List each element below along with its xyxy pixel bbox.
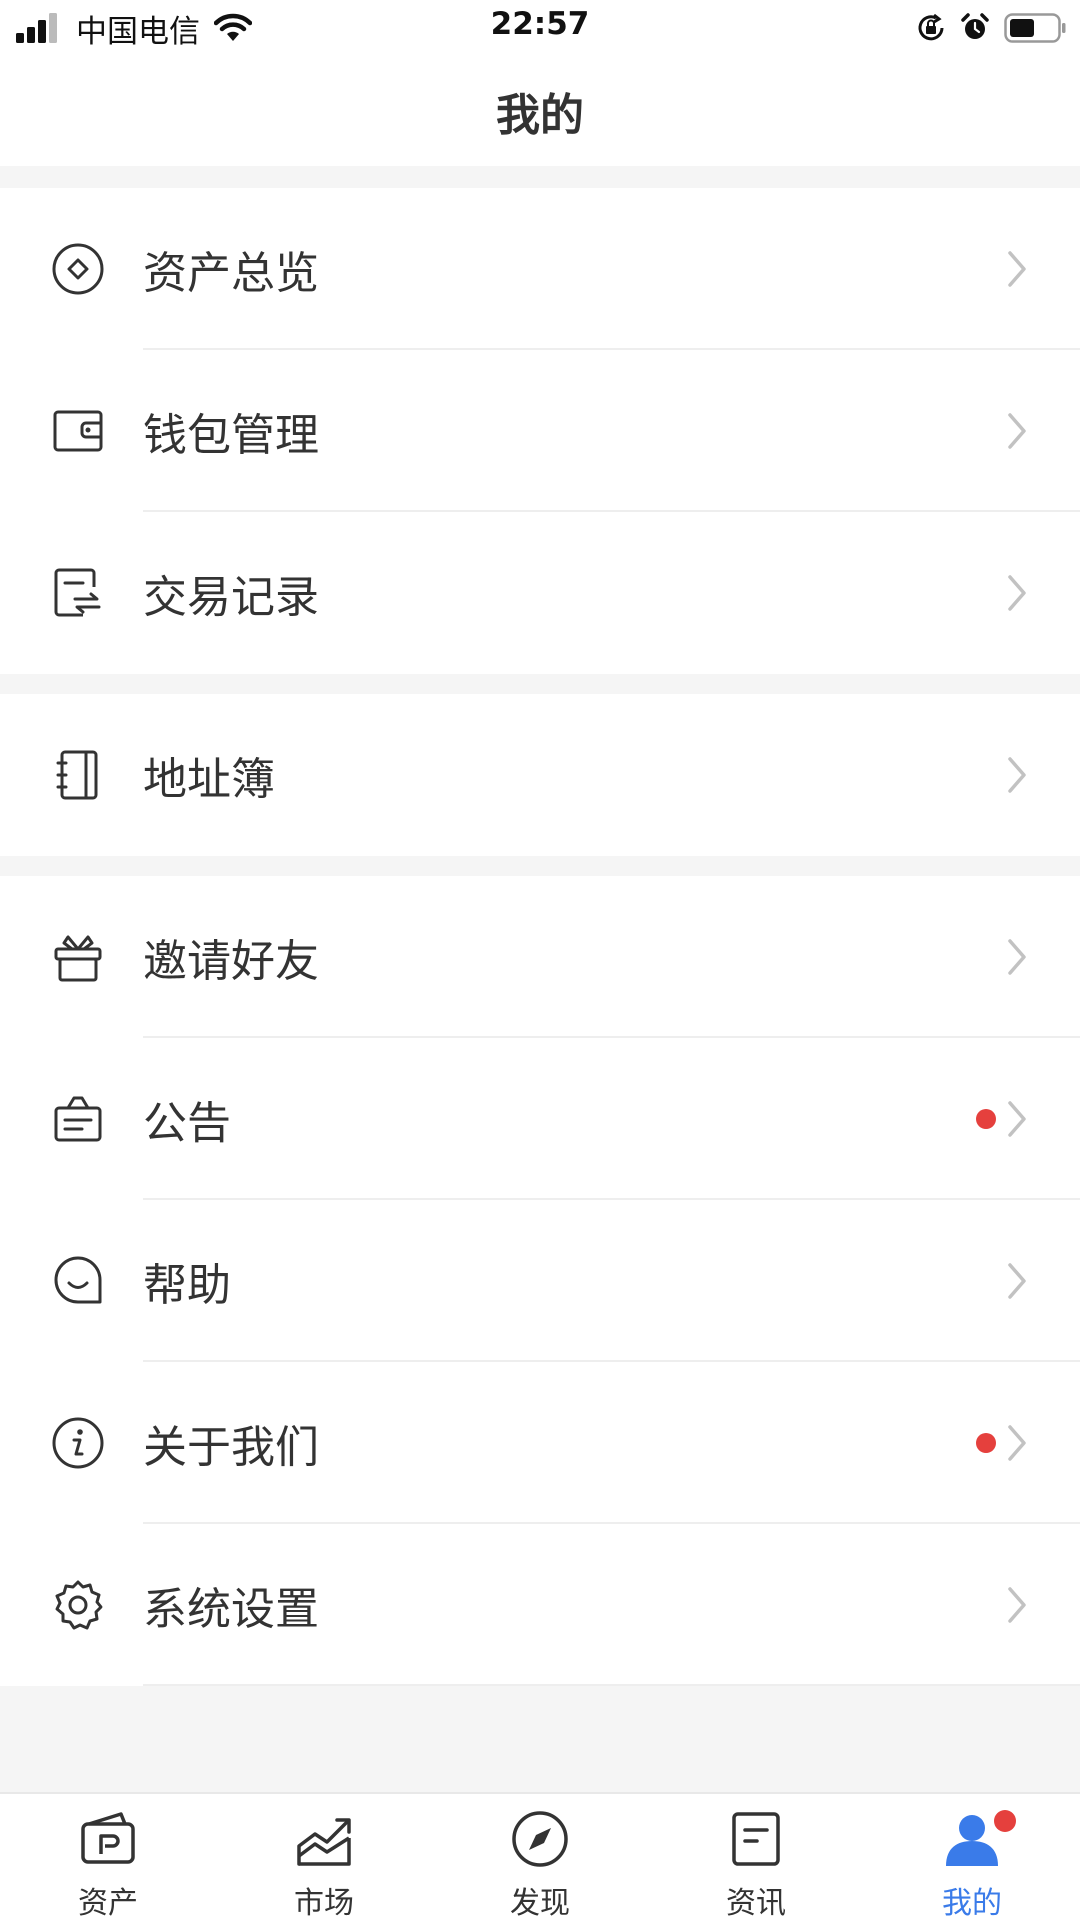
diamond-circle-icon xyxy=(50,241,106,297)
chevron-right-icon xyxy=(1008,1101,1026,1137)
menu-item-invite-friends[interactable]: 邀请好友 xyxy=(0,876,1080,1038)
header: 我的 xyxy=(0,56,1080,166)
chevron-right-icon xyxy=(1008,575,1026,611)
tab-label: 发现 xyxy=(510,1886,570,1920)
menu-item-label: 帮助 xyxy=(143,1260,231,1311)
menu-item-announcements[interactable]: 公告 xyxy=(0,1038,1080,1200)
menu-item-system-settings[interactable]: 系统设置 xyxy=(0,1524,1080,1686)
tab-label: 资产 xyxy=(78,1886,138,1920)
tab-label: 市场 xyxy=(294,1886,354,1920)
menu-item-label: 系统设置 xyxy=(143,1584,319,1635)
menu-item-label: 地址簿 xyxy=(143,754,275,805)
app-screen: 中国电信 22:57 我的 资产总览 钱包管理 交易记录 地址簿 邀请好友 公告… xyxy=(0,0,1080,1920)
info-circle-icon xyxy=(50,1415,106,1471)
menu-group-assets: 资产总览 钱包管理 交易记录 xyxy=(0,188,1080,674)
notification-badge xyxy=(994,1810,1016,1832)
chevron-right-icon xyxy=(1008,939,1026,975)
wallet-card-icon xyxy=(81,1812,135,1864)
menu-item-label: 交易记录 xyxy=(143,572,319,623)
battery-icon xyxy=(1004,13,1066,43)
menu-item-about-us[interactable]: 关于我们 xyxy=(0,1362,1080,1524)
notification-badge xyxy=(976,1109,996,1129)
gift-icon xyxy=(50,929,106,985)
menu-item-wallet-management[interactable]: 钱包管理 xyxy=(0,350,1080,512)
notice-bag-icon xyxy=(50,1091,106,1147)
menu-item-label: 邀请好友 xyxy=(143,936,319,987)
tab-assets[interactable]: 资产 xyxy=(0,1794,216,1920)
menu-content: 资产总览 钱包管理 交易记录 地址簿 邀请好友 公告 帮助 关于我们 系统设置 xyxy=(0,166,1080,1792)
chat-smile-icon xyxy=(50,1253,106,1309)
chevron-right-icon xyxy=(1008,1587,1026,1623)
tab-mine[interactable]: 我的 xyxy=(864,1794,1080,1920)
chevron-right-icon xyxy=(1008,413,1026,449)
menu-item-label: 公告 xyxy=(143,1098,231,1149)
chevron-right-icon xyxy=(1008,1263,1026,1299)
menu-group-general: 邀请好友 公告 帮助 关于我们 系统设置 xyxy=(0,876,1080,1686)
page-title: 我的 xyxy=(496,90,584,141)
tab-market[interactable]: 市场 xyxy=(216,1794,432,1920)
compass-icon xyxy=(512,1811,568,1867)
menu-group-address: 地址簿 xyxy=(0,694,1080,856)
wallet-icon xyxy=(50,403,106,459)
transaction-record-icon xyxy=(50,565,106,621)
menu-item-asset-overview[interactable]: 资产总览 xyxy=(0,188,1080,350)
status-bar: 中国电信 22:57 xyxy=(0,0,1080,56)
menu-item-help[interactable]: 帮助 xyxy=(0,1200,1080,1362)
menu-item-address-book[interactable]: 地址簿 xyxy=(0,694,1080,856)
tab-label: 资讯 xyxy=(726,1886,786,1920)
bottom-tab-bar: 资产 市场 发现 资讯 我的 xyxy=(0,1792,1080,1920)
address-book-icon xyxy=(50,747,106,803)
chevron-right-icon xyxy=(1008,251,1026,287)
menu-item-label: 资产总览 xyxy=(143,248,319,299)
alarm-icon xyxy=(961,13,989,39)
menu-item-label: 关于我们 xyxy=(143,1422,319,1473)
market-chart-icon xyxy=(297,1818,351,1866)
chevron-right-icon xyxy=(1008,757,1026,793)
tab-label: 我的 xyxy=(942,1886,1002,1920)
tab-news[interactable]: 资讯 xyxy=(648,1794,864,1920)
gear-icon xyxy=(50,1577,106,1633)
notification-badge xyxy=(976,1433,996,1453)
divider xyxy=(143,1684,1080,1686)
news-icon xyxy=(732,1812,780,1866)
menu-item-label: 钱包管理 xyxy=(143,410,319,461)
chevron-right-icon xyxy=(1008,1425,1026,1461)
menu-item-transaction-records[interactable]: 交易记录 xyxy=(0,512,1080,674)
tab-discover[interactable]: 发现 xyxy=(432,1794,648,1920)
orientation-lock-icon xyxy=(918,13,944,41)
status-right xyxy=(916,10,1066,46)
